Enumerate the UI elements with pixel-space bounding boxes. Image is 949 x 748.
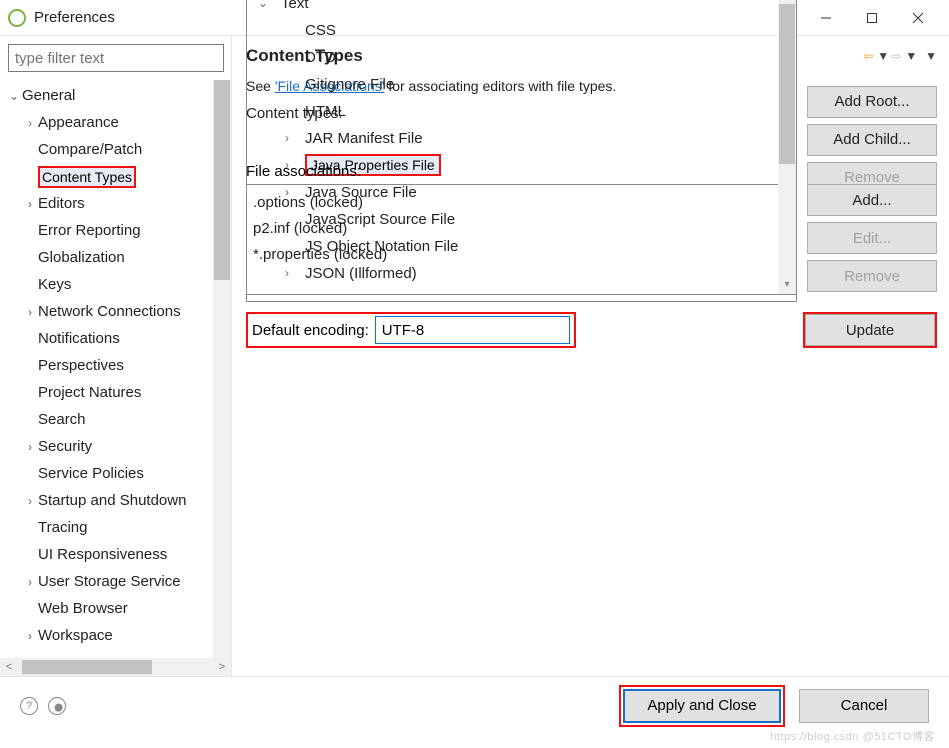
nav-item[interactable]: ⌄General [4, 82, 213, 109]
nav-item[interactable]: Error Reporting [4, 217, 213, 244]
nav-item[interactable]: ›Editors [4, 190, 213, 217]
content-type-item[interactable]: CSS [253, 17, 778, 44]
nav-tree[interactable]: ⌄General›AppearanceCompare/PatchContent … [0, 80, 213, 658]
file-association-item[interactable]: p2.inf (locked) [253, 215, 790, 241]
content-type-item[interactable]: Gitignore File [253, 71, 778, 98]
content-type-item[interactable]: ⌄Text [253, 0, 778, 17]
nav-item[interactable]: Tracing [4, 514, 213, 541]
forward-menu-icon[interactable]: ▼ [905, 49, 917, 63]
add-association-button[interactable]: Add... [807, 184, 937, 216]
window-controls [803, 0, 941, 36]
nav-item[interactable]: Web Browser [4, 595, 213, 622]
forward-icon[interactable]: ⇨ [891, 49, 901, 63]
cancel-button[interactable]: Cancel [799, 689, 929, 723]
content-type-item[interactable]: DTD [253, 44, 778, 71]
apply-and-close-button[interactable]: Apply and Close [623, 689, 781, 723]
nav-item[interactable]: Project Natures [4, 379, 213, 406]
minimize-button[interactable] [803, 0, 849, 36]
nav-item[interactable]: ›Network Connections [4, 298, 213, 325]
import-export-icon[interactable] [48, 697, 66, 715]
nav-tree-hscroll[interactable]: <> [0, 658, 231, 676]
file-associations-label: File associations: [246, 163, 937, 180]
nav-item[interactable]: Compare/Patch [4, 136, 213, 163]
footer: ? Apply and Close Cancel [0, 676, 949, 734]
watermark: https://blog.csdn @51CTO博客 [770, 728, 935, 744]
back-icon[interactable]: ⇦ [863, 49, 873, 63]
default-encoding-group: Default encoding: [246, 312, 576, 348]
nav-item[interactable]: Notifications [4, 325, 213, 352]
filter-input[interactable] [8, 44, 224, 72]
content-type-item[interactable]: ›JAR Manifest File [253, 125, 778, 152]
left-panel: ⌄General›AppearanceCompare/PatchContent … [0, 36, 232, 676]
default-encoding-input[interactable] [375, 316, 570, 344]
nav-item[interactable]: Perspectives [4, 352, 213, 379]
nav-item[interactable]: ›Workspace [4, 622, 213, 649]
default-encoding-label: Default encoding: [252, 322, 369, 339]
file-association-item[interactable]: *.properties (locked) [253, 241, 790, 267]
add-root-button[interactable]: Add Root... [807, 86, 937, 118]
view-menu-icon[interactable]: ▼ [925, 49, 937, 63]
right-panel: Content Types ⇦▼ ⇨▼ ▼ See 'File Associat… [232, 36, 949, 676]
nav-item[interactable]: Search [4, 406, 213, 433]
nav-item[interactable]: ›Startup and Shutdown [4, 487, 213, 514]
nav-tree-scrollbar[interactable] [213, 80, 231, 658]
page-nav-arrows: ⇦▼ ⇨▼ ▼ [863, 49, 937, 63]
content-types-scrollbar[interactable]: ▴▾ [778, 0, 796, 294]
content-type-item[interactable]: ›HTML [253, 98, 778, 125]
edit-association-button[interactable]: Edit... [807, 222, 937, 254]
file-associations-list[interactable]: .options (locked)p2.inf (locked)*.proper… [246, 184, 797, 302]
nav-item[interactable]: ›Appearance [4, 109, 213, 136]
nav-item[interactable]: ›Security [4, 433, 213, 460]
add-child-button[interactable]: Add Child... [807, 124, 937, 156]
help-icon[interactable]: ? [20, 697, 38, 715]
update-encoding-button[interactable]: Update [805, 314, 935, 346]
window-title: Preferences [34, 9, 115, 26]
close-button[interactable] [895, 0, 941, 36]
nav-item[interactable]: Keys [4, 271, 213, 298]
remove-association-button[interactable]: Remove [807, 260, 937, 292]
nav-item[interactable]: Globalization [4, 244, 213, 271]
file-association-item[interactable]: .options (locked) [253, 189, 790, 215]
maximize-button[interactable] [849, 0, 895, 36]
nav-item[interactable]: ›User Storage Service [4, 568, 213, 595]
back-menu-icon[interactable]: ▼ [877, 49, 889, 63]
nav-item[interactable]: Content Types [4, 163, 213, 190]
app-icon [8, 9, 26, 27]
nav-item[interactable]: Service Policies [4, 460, 213, 487]
nav-item[interactable]: UI Responsiveness [4, 541, 213, 568]
